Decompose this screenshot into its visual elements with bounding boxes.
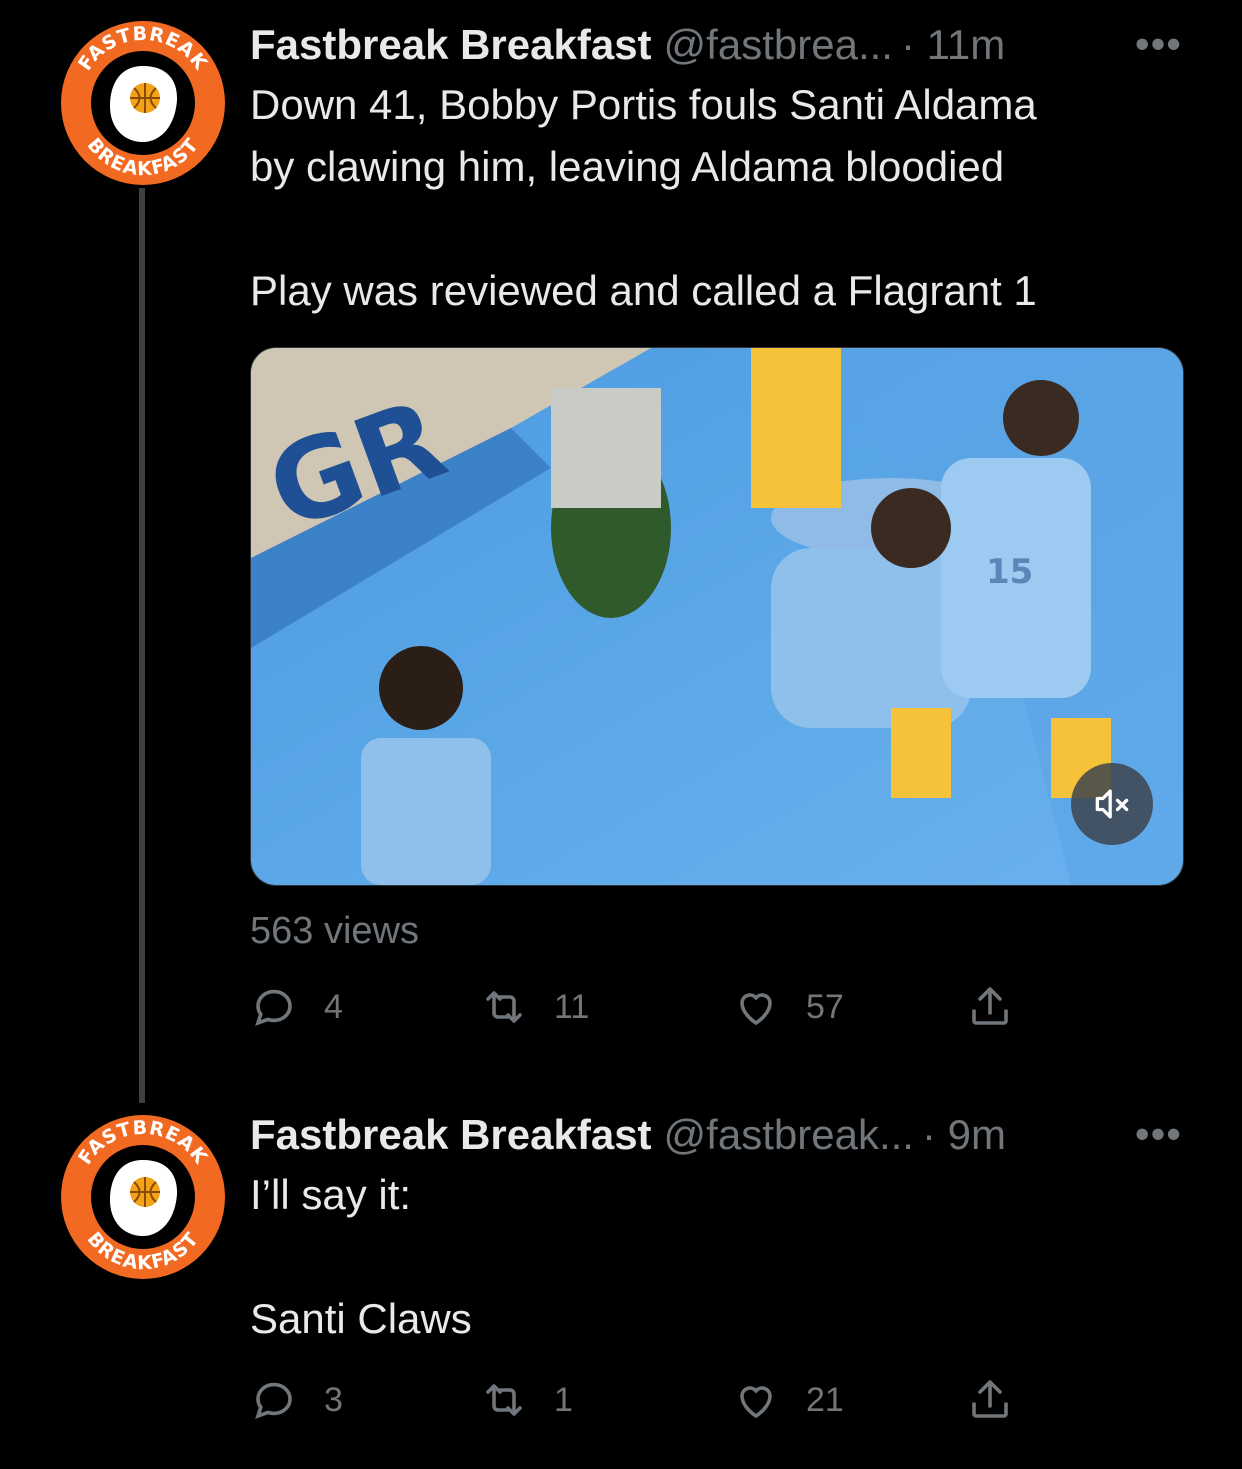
share-button[interactable] bbox=[966, 1376, 1040, 1424]
like-button[interactable]: 57 bbox=[732, 983, 844, 1031]
reply-icon bbox=[255, 1382, 292, 1419]
like-count: 57 bbox=[806, 987, 844, 1026]
heart-icon bbox=[740, 1386, 772, 1419]
avatar[interactable]: FASTBREAK BREAKFAST bbox=[58, 18, 228, 188]
tweet-2[interactable]: Fastbreak Breakfast @fastbreak... · 9m •… bbox=[250, 1110, 1182, 1350]
like-button[interactable]: 21 bbox=[732, 1376, 844, 1424]
video-thumbnail: GR 15 bbox=[251, 348, 1183, 885]
heart-icon bbox=[740, 993, 772, 1026]
reply-icon bbox=[255, 989, 292, 1026]
retweet-button[interactable]: 11 bbox=[480, 983, 589, 1031]
reply-button[interactable]: 3 bbox=[250, 1376, 343, 1424]
fastbreak-logo: FASTBREAK BREAKFAST bbox=[61, 21, 225, 185]
retweet-button[interactable]: 1 bbox=[480, 1376, 573, 1424]
share-icon bbox=[972, 1380, 1008, 1418]
tweet-actions: 3 1 21 bbox=[250, 1376, 1050, 1436]
more-icon[interactable]: ••• bbox=[1135, 20, 1182, 68]
mute-icon[interactable] bbox=[1071, 763, 1153, 845]
avatar[interactable]: FASTBREAK BREAKFAST bbox=[58, 1112, 228, 1282]
reply-count: 4 bbox=[324, 987, 343, 1026]
tweet-header: Fastbreak Breakfast @fastbrea... · 11m bbox=[250, 20, 1182, 70]
like-count: 21 bbox=[806, 1380, 844, 1419]
retweet-icon bbox=[486, 991, 522, 1023]
fastbreak-logo: FASTBREAK BREAKFAST bbox=[61, 1115, 225, 1279]
share-button[interactable] bbox=[966, 983, 1040, 1031]
video-player[interactable]: GR 15 bbox=[250, 347, 1184, 886]
view-count: 563 views bbox=[250, 910, 419, 952]
share-icon bbox=[972, 987, 1008, 1025]
more-icon[interactable]: ••• bbox=[1135, 1110, 1182, 1158]
tweet-actions: 4 11 57 bbox=[250, 983, 1050, 1043]
retweet-icon bbox=[486, 1384, 522, 1416]
tweet-1[interactable]: Fastbreak Breakfast @fastbrea... · 11m •… bbox=[250, 20, 1182, 322]
retweet-count: 11 bbox=[554, 987, 590, 1026]
timestamp[interactable]: · 11m bbox=[901, 20, 1005, 70]
jersey-number: 15 bbox=[986, 552, 1033, 592]
timestamp[interactable]: · 9m bbox=[922, 1110, 1006, 1160]
tweet-text: I’ll say it: Santi Claws bbox=[250, 1171, 472, 1342]
thread-line bbox=[139, 188, 145, 1103]
retweet-count: 1 bbox=[554, 1380, 573, 1419]
tweet-text: Down 41, Bobby Portis fouls Santi Aldama… bbox=[250, 81, 1037, 314]
handle[interactable]: @fastbrea... bbox=[664, 20, 893, 70]
display-name[interactable]: Fastbreak Breakfast bbox=[250, 1110, 652, 1160]
handle[interactable]: @fastbreak... bbox=[664, 1110, 914, 1160]
display-name[interactable]: Fastbreak Breakfast bbox=[250, 20, 652, 70]
tweet-header: Fastbreak Breakfast @fastbreak... · 9m bbox=[250, 1110, 1182, 1160]
reply-button[interactable]: 4 bbox=[250, 983, 343, 1031]
reply-count: 3 bbox=[324, 1380, 343, 1419]
